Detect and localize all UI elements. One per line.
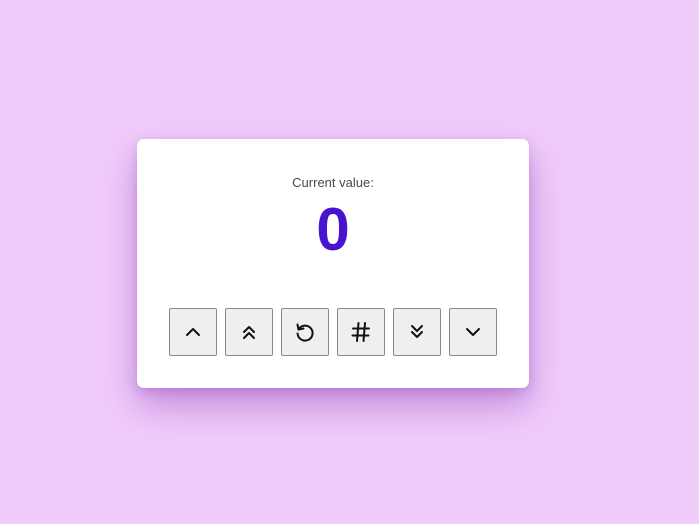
big-increment-button[interactable] xyxy=(225,308,273,356)
counter-controls xyxy=(169,308,497,356)
big-decrement-button[interactable] xyxy=(393,308,441,356)
current-value-label: Current value: xyxy=(292,175,374,190)
chevron-up-icon xyxy=(186,328,200,336)
reset-icon xyxy=(296,323,314,342)
hash-icon xyxy=(351,322,370,342)
chevron-down-icon xyxy=(466,328,480,336)
current-value-display: 0 xyxy=(316,196,350,263)
reset-button[interactable] xyxy=(281,308,329,356)
double-chevron-down-icon xyxy=(411,325,423,338)
increment-button[interactable] xyxy=(169,308,217,356)
counter-card: Current value: 0 xyxy=(137,139,529,388)
double-chevron-up-icon xyxy=(243,326,255,339)
set-value-button[interactable] xyxy=(337,308,385,356)
decrement-button[interactable] xyxy=(449,308,497,356)
